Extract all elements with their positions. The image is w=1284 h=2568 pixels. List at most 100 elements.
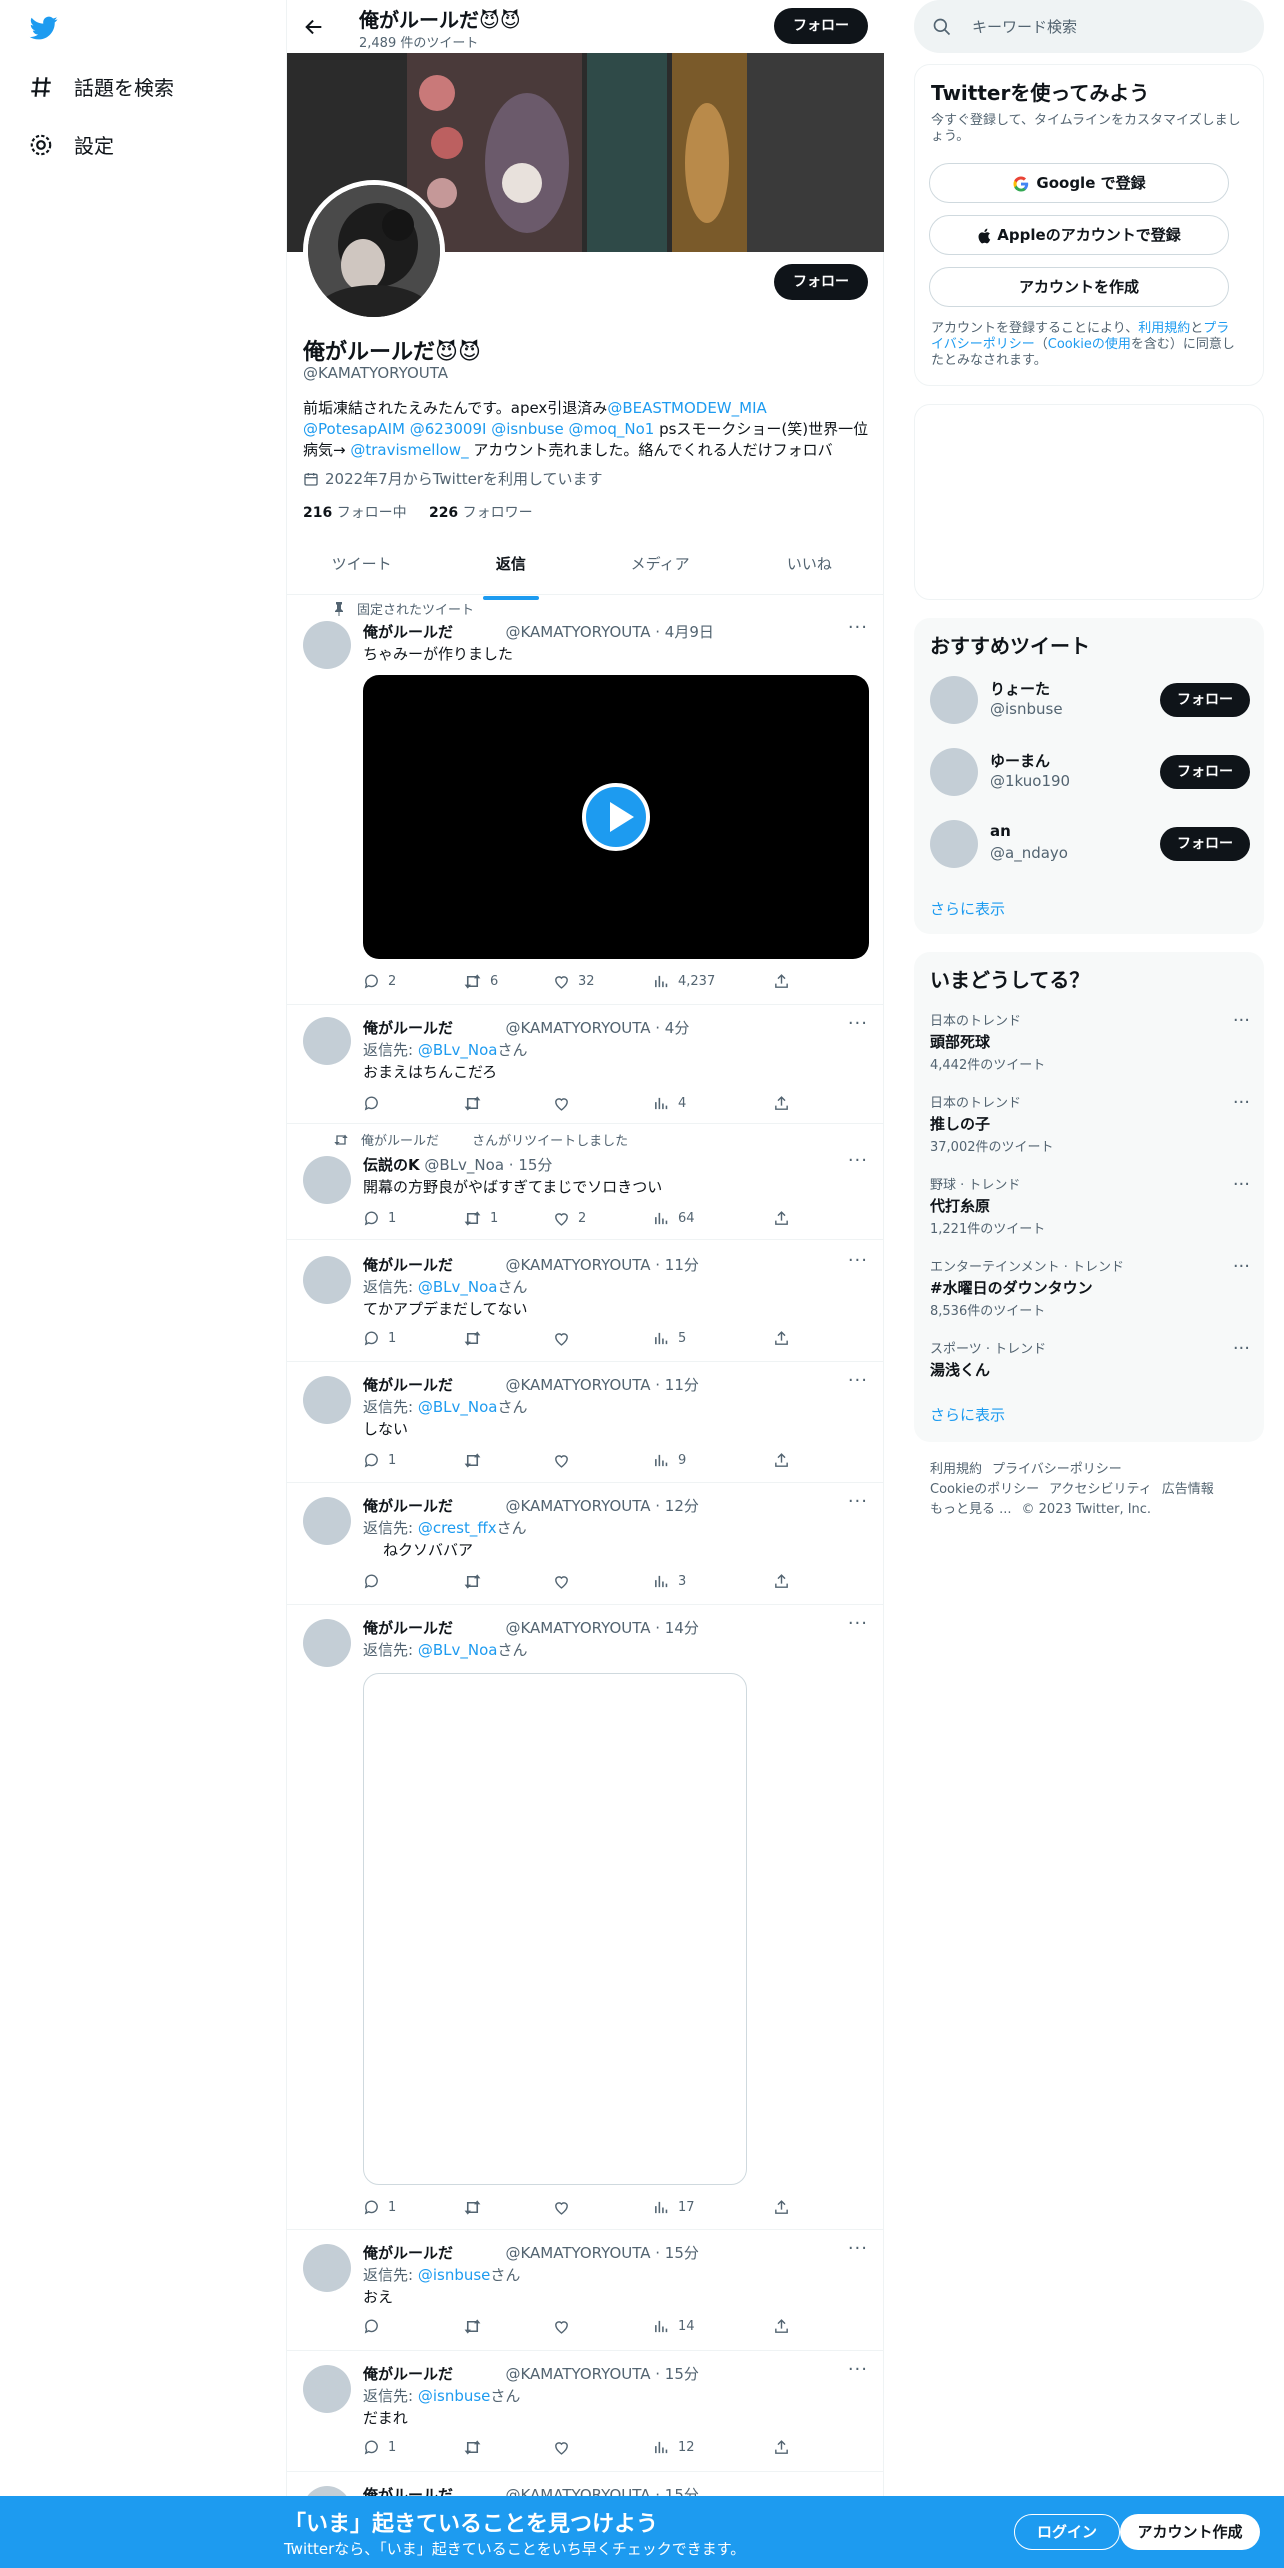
views-action[interactable]: 17	[653, 2199, 695, 2216]
tweet[interactable]: 固定されたツイート 俺がルールだ @KAMATYORYOUTA · 4月9日 ·…	[287, 595, 884, 1005]
tab-tweets[interactable]: ツイート	[287, 542, 436, 594]
header-follow-button[interactable]: フォロー	[774, 8, 868, 44]
reply-action[interactable]: 1	[363, 2199, 396, 2216]
more-icon[interactable]: ···	[1233, 1256, 1250, 1277]
cookie-link[interactable]: Cookieの使用	[1048, 337, 1131, 352]
play-icon[interactable]	[582, 783, 650, 851]
views-action[interactable]: 14	[653, 2318, 695, 2335]
tab-media[interactable]: メディア	[586, 542, 735, 594]
heart-action[interactable]	[553, 1573, 578, 1590]
reply-mention[interactable]: @BLv_Noa	[418, 1641, 498, 1659]
retweet-action[interactable]	[463, 2318, 490, 2335]
reply-mention[interactable]: @crest_ffx	[418, 1519, 497, 1537]
tweet[interactable]: 俺がルールだ @KAMATYORYOUTA · 15分 ··· 返信先: @is…	[287, 2230, 884, 2351]
avatar[interactable]	[930, 748, 978, 796]
recommend-user[interactable]: ゆーまん @1kuo190 フォロー	[930, 746, 1250, 798]
apple-signup-button[interactable]: Appleのアカウントで登録	[929, 215, 1229, 255]
trend-item[interactable]: スポーツ · トレンド 湯浅くん ···	[930, 1338, 1250, 1380]
footer-more[interactable]: もっと見る ...	[930, 1502, 1012, 1517]
more-icon[interactable]: ···	[848, 617, 868, 638]
tweet[interactable]: 俺がルールだ さんがリツイートしました 伝説のK @BLv_Noa · 15分 …	[287, 1124, 884, 1240]
retweet-action[interactable]	[463, 1095, 490, 1112]
avatar[interactable]	[303, 1497, 351, 1545]
more-icon[interactable]: ···	[848, 2359, 868, 2380]
reply-action[interactable]: 1	[363, 1330, 396, 1347]
reply-action[interactable]	[363, 2318, 388, 2335]
avatar[interactable]	[930, 676, 978, 724]
reply-action[interactable]: 2	[363, 973, 396, 990]
more-icon[interactable]: ···	[848, 1613, 868, 1634]
views-action[interactable]: 12	[653, 2439, 695, 2456]
tweet[interactable]: 俺がルールだ @KAMATYORYOUTA · 12分 ··· 返信先: @cr…	[287, 1483, 884, 1605]
recommend-show-more[interactable]: さらに表示	[930, 898, 1005, 919]
reply-mention[interactable]: @BLv_Noa	[418, 1041, 498, 1059]
heart-action[interactable]: 2	[553, 1210, 586, 1227]
tweet[interactable]: 俺がルールだ @KAMATYORYOUTA · 14分 ··· 返信先: @BL…	[287, 1605, 884, 2230]
tweet[interactable]: 俺がルールだ @KAMATYORYOUTA · 15分 ··· 返信先: @is…	[287, 2351, 884, 2472]
heart-action[interactable]	[553, 1452, 578, 1469]
trend-item[interactable]: エンターテインメント · トレンド #水曜日のダウンタウン 8,536件のツイート …	[930, 1256, 1250, 1319]
twitter-bird-icon[interactable]	[28, 14, 62, 44]
tab-replies[interactable]: 返信	[436, 542, 585, 600]
retweet-action[interactable]: 6	[463, 973, 498, 990]
retweet-action[interactable]	[463, 1330, 490, 1347]
avatar[interactable]	[930, 820, 978, 868]
trend-item[interactable]: 日本のトレンド 推しの子 37,002件のツイート ···	[930, 1092, 1250, 1155]
avatar[interactable]	[303, 621, 351, 669]
bio-mention[interactable]: @isnbuse	[491, 420, 564, 438]
follow-button[interactable]: フォロー	[1160, 755, 1250, 789]
more-icon[interactable]: ···	[848, 1491, 868, 1512]
views-action[interactable]: 4,237	[653, 973, 715, 990]
avatar[interactable]	[303, 1156, 351, 1204]
heart-action[interactable]: 32	[553, 973, 595, 990]
share-action[interactable]	[773, 973, 790, 990]
reply-action[interactable]: 1	[363, 1210, 396, 1227]
footer-ads[interactable]: 広告情報	[1162, 1482, 1214, 1497]
bio-mention[interactable]: @travismellow_	[350, 441, 468, 459]
retweet-action[interactable]	[463, 1452, 490, 1469]
heart-action[interactable]	[553, 1095, 578, 1112]
signup-button[interactable]: アカウント作成	[1120, 2514, 1260, 2550]
tab-likes[interactable]: いいね	[735, 542, 884, 594]
share-action[interactable]	[773, 1452, 790, 1469]
share-action[interactable]	[773, 2318, 790, 2335]
share-action[interactable]	[773, 1573, 790, 1590]
bio-mention[interactable]: @PotesapAIM	[303, 420, 405, 438]
bio-mention[interactable]: @623009I	[410, 420, 487, 438]
terms-link[interactable]: 利用規約	[1138, 321, 1190, 336]
more-icon[interactable]: ···	[848, 1150, 868, 1171]
views-action[interactable]: 64	[653, 1210, 695, 1227]
tweet[interactable]: 俺がルールだ @KAMATYORYOUTA · 11分 ··· 返信先: @BL…	[287, 1362, 884, 1483]
reply-mention[interactable]: @BLv_Noa	[418, 1278, 498, 1296]
views-action[interactable]: 4	[653, 1095, 686, 1112]
retweet-action[interactable]	[463, 2199, 490, 2216]
avatar[interactable]	[303, 1256, 351, 1304]
views-action[interactable]: 3	[653, 1573, 686, 1590]
more-icon[interactable]: ···	[848, 1013, 868, 1034]
create-account-button[interactable]: アカウントを作成	[929, 267, 1229, 307]
more-icon[interactable]: ···	[1233, 1174, 1250, 1195]
reply-action[interactable]: 1	[363, 2439, 396, 2456]
more-icon[interactable]: ···	[1233, 1338, 1250, 1359]
trends-show-more[interactable]: さらに表示	[930, 1404, 1005, 1425]
login-button[interactable]: ログイン	[1014, 2514, 1120, 2550]
profile-avatar[interactable]	[303, 180, 445, 322]
avatar[interactable]	[303, 1619, 351, 1667]
share-action[interactable]	[773, 1095, 790, 1112]
retweet-action[interactable]	[463, 1573, 490, 1590]
reply-mention[interactable]: @BLv_Noa	[418, 1398, 498, 1416]
google-signup-button[interactable]: Google で登録	[929, 163, 1229, 203]
followers-link[interactable]: 226 フォロワー	[429, 505, 533, 521]
follow-button[interactable]: フォロー	[1160, 683, 1250, 717]
nav-explore[interactable]: 話題を検索	[28, 72, 174, 101]
video-player[interactable]	[363, 675, 869, 959]
trend-item[interactable]: 日本のトレンド 頭部死球 4,442件のツイート ···	[930, 1010, 1250, 1073]
heart-action[interactable]	[553, 2318, 578, 2335]
footer-terms[interactable]: 利用規約	[930, 1462, 982, 1477]
heart-action[interactable]	[553, 1330, 578, 1347]
reply-mention[interactable]: @isnbuse	[418, 2387, 491, 2405]
recommend-user[interactable]: an @a_ndayo フォロー	[930, 818, 1250, 870]
share-action[interactable]	[773, 2199, 790, 2216]
recommend-user[interactable]: りょーた @isnbuse フォロー	[930, 674, 1250, 726]
views-action[interactable]: 5	[653, 1330, 686, 1347]
